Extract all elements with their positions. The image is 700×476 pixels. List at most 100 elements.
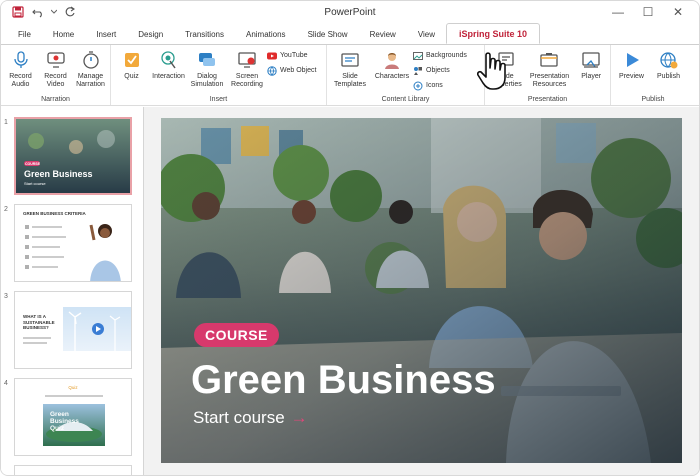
tab-view[interactable]: View <box>407 26 446 44</box>
ribbon: Record Audio Record Video Manage Narrati… <box>1 44 699 106</box>
slide-thumbnail-1[interactable]: COURSE Green Business Start course <box>14 117 132 195</box>
manage-narration-button[interactable]: Manage Narration <box>73 49 108 89</box>
group-narration-label: Narration <box>41 96 70 103</box>
backgrounds-label: Backgrounds <box>426 52 467 59</box>
slide-thumbnail-5[interactable] <box>14 465 132 475</box>
thumbnail-1-badge: COURSE <box>25 162 40 166</box>
icons-icon <box>413 81 423 90</box>
characters-icon <box>381 49 403 71</box>
slide-templates-label: Slide Templates <box>334 73 366 88</box>
hand-cursor-icon <box>477 52 506 90</box>
youtube-label: YouTube <box>280 52 308 59</box>
publish-button[interactable]: Publish <box>650 49 687 81</box>
main-area: 1 COURSE Green Business Start course 2 G… <box>1 107 699 475</box>
tab-file[interactable]: File <box>7 26 42 44</box>
youtube-icon <box>267 52 277 59</box>
slide-thumbnail-3[interactable]: WHAT IS A SUSTAINABLE BUSINESS? <box>14 291 132 369</box>
presentation-resources-button[interactable]: Presentation Resources <box>525 49 575 89</box>
player-button[interactable]: Player <box>574 49 608 81</box>
preview-button[interactable]: Preview <box>613 49 650 81</box>
group-content-library: Slide Templates Characters Backgrounds O… <box>327 45 485 105</box>
icons-button[interactable]: Icons <box>413 79 467 92</box>
tab-review[interactable]: Review <box>359 26 407 44</box>
quick-access-toolbar <box>1 5 77 19</box>
quiz-label: Quiz <box>124 73 139 80</box>
webcam-icon <box>45 49 67 71</box>
tab-ispring-suite[interactable]: iSpring Suite 10 <box>446 23 541 44</box>
record-video-label: Record Video <box>44 73 67 88</box>
group-insert-label: Insert <box>209 96 228 103</box>
quiz-icon <box>121 49 143 71</box>
presentation-resources-icon <box>538 49 560 71</box>
redo-icon[interactable] <box>63 5 77 19</box>
group-publish-label: Publish <box>641 96 665 103</box>
manage-narration-label: Manage Narration <box>76 73 105 88</box>
group-content-library-label: Content Library <box>381 96 430 103</box>
close-button[interactable]: ✕ <box>663 1 693 23</box>
characters-button[interactable]: Characters <box>371 49 413 81</box>
backgrounds-icon <box>413 51 423 60</box>
tab-home[interactable]: Home <box>42 26 85 44</box>
record-audio-button[interactable]: Record Audio <box>3 49 38 89</box>
dialog-simulation-icon <box>196 49 218 71</box>
tab-slide-show[interactable]: Slide Show <box>297 26 359 44</box>
thumbnail-number: 1 <box>4 119 8 126</box>
dialog-simulation-label: Dialog Simulation <box>190 73 224 88</box>
stopwatch-icon <box>80 49 102 71</box>
start-course-link[interactable]: Start course → <box>193 408 308 428</box>
chevron-down-icon[interactable] <box>51 5 57 19</box>
objects-label: Objects <box>426 67 450 74</box>
youtube-button[interactable]: YouTube <box>267 49 316 62</box>
group-insert: Quiz Interaction Dialog Simulation Scree… <box>111 45 327 105</box>
screen-recording-icon <box>236 49 258 71</box>
tab-animations[interactable]: Animations <box>235 26 297 44</box>
screen-recording-button[interactable]: Screen Recording <box>227 49 267 89</box>
backgrounds-button[interactable]: Backgrounds <box>413 49 467 62</box>
thumbnail-1-title: Green Business <box>24 169 93 179</box>
thumbnail-4-title: Green Business Quiz <box>50 411 79 432</box>
thumbnail-1-subtitle: Start course <box>24 181 46 186</box>
thumbnail-number: 2 <box>4 206 8 213</box>
thumbnail-4-kicker: Quiz <box>68 385 78 390</box>
record-audio-label: Record Audio <box>9 73 32 88</box>
interaction-button[interactable]: Interaction <box>150 49 187 81</box>
save-icon[interactable] <box>11 5 25 19</box>
globe-icon <box>267 65 277 76</box>
dialog-simulation-button[interactable]: Dialog Simulation <box>187 49 227 89</box>
arrow-right-icon: → <box>290 408 308 427</box>
thumbnail-3-title: WHAT IS A SUSTAINABLE BUSINESS? <box>23 314 55 330</box>
web-object-button[interactable]: Web Object <box>267 64 316 77</box>
current-slide[interactable]: COURSE Green Business Start course → <box>161 118 682 463</box>
slide-thumbnails-pane[interactable]: 1 COURSE Green Business Start course 2 G… <box>1 107 144 475</box>
start-course-label: Start course <box>193 408 285 427</box>
presentation-resources-label: Presentation Resources <box>529 73 570 88</box>
play-icon <box>621 49 643 71</box>
globe-publish-icon <box>658 49 680 71</box>
tab-design[interactable]: Design <box>127 26 174 44</box>
tab-transitions[interactable]: Transitions <box>174 26 235 44</box>
objects-button[interactable]: Objects <box>413 64 467 77</box>
publish-label: Publish <box>657 73 680 80</box>
thumbnail-number: 4 <box>4 380 8 387</box>
thumbnail-2-title: GREEN BUSINESS CRITERIA <box>23 211 86 216</box>
thumbnail-2-image <box>25 224 121 281</box>
powerpoint-window: PowerPoint — ☐ ✕ File Home Insert Design… <box>0 0 700 476</box>
quiz-button[interactable]: Quiz <box>113 49 150 81</box>
insert-small-list: YouTube Web Object <box>267 49 316 77</box>
slide-templates-button[interactable]: Slide Templates <box>329 49 371 89</box>
player-icon <box>580 49 602 71</box>
undo-icon[interactable] <box>31 5 45 19</box>
slide-title: Green Business <box>191 358 496 402</box>
record-video-button[interactable]: Record Video <box>38 49 73 89</box>
preview-label: Preview <box>619 73 644 80</box>
tab-insert[interactable]: Insert <box>85 26 127 44</box>
interaction-icon <box>158 49 180 71</box>
player-label: Player <box>581 73 602 80</box>
course-badge: COURSE <box>194 323 279 347</box>
slide-thumbnail-2[interactable]: GREEN BUSINESS CRITERIA <box>14 204 132 282</box>
slide-thumbnail-4[interactable]: Quiz Green Business Quiz <box>14 378 132 456</box>
maximize-button[interactable]: ☐ <box>633 1 663 23</box>
group-publish: Preview Publish Publish <box>611 45 695 105</box>
ribbon-tabs: File Home Insert Design Transitions Anim… <box>1 23 699 44</box>
minimize-button[interactable]: — <box>603 1 633 23</box>
